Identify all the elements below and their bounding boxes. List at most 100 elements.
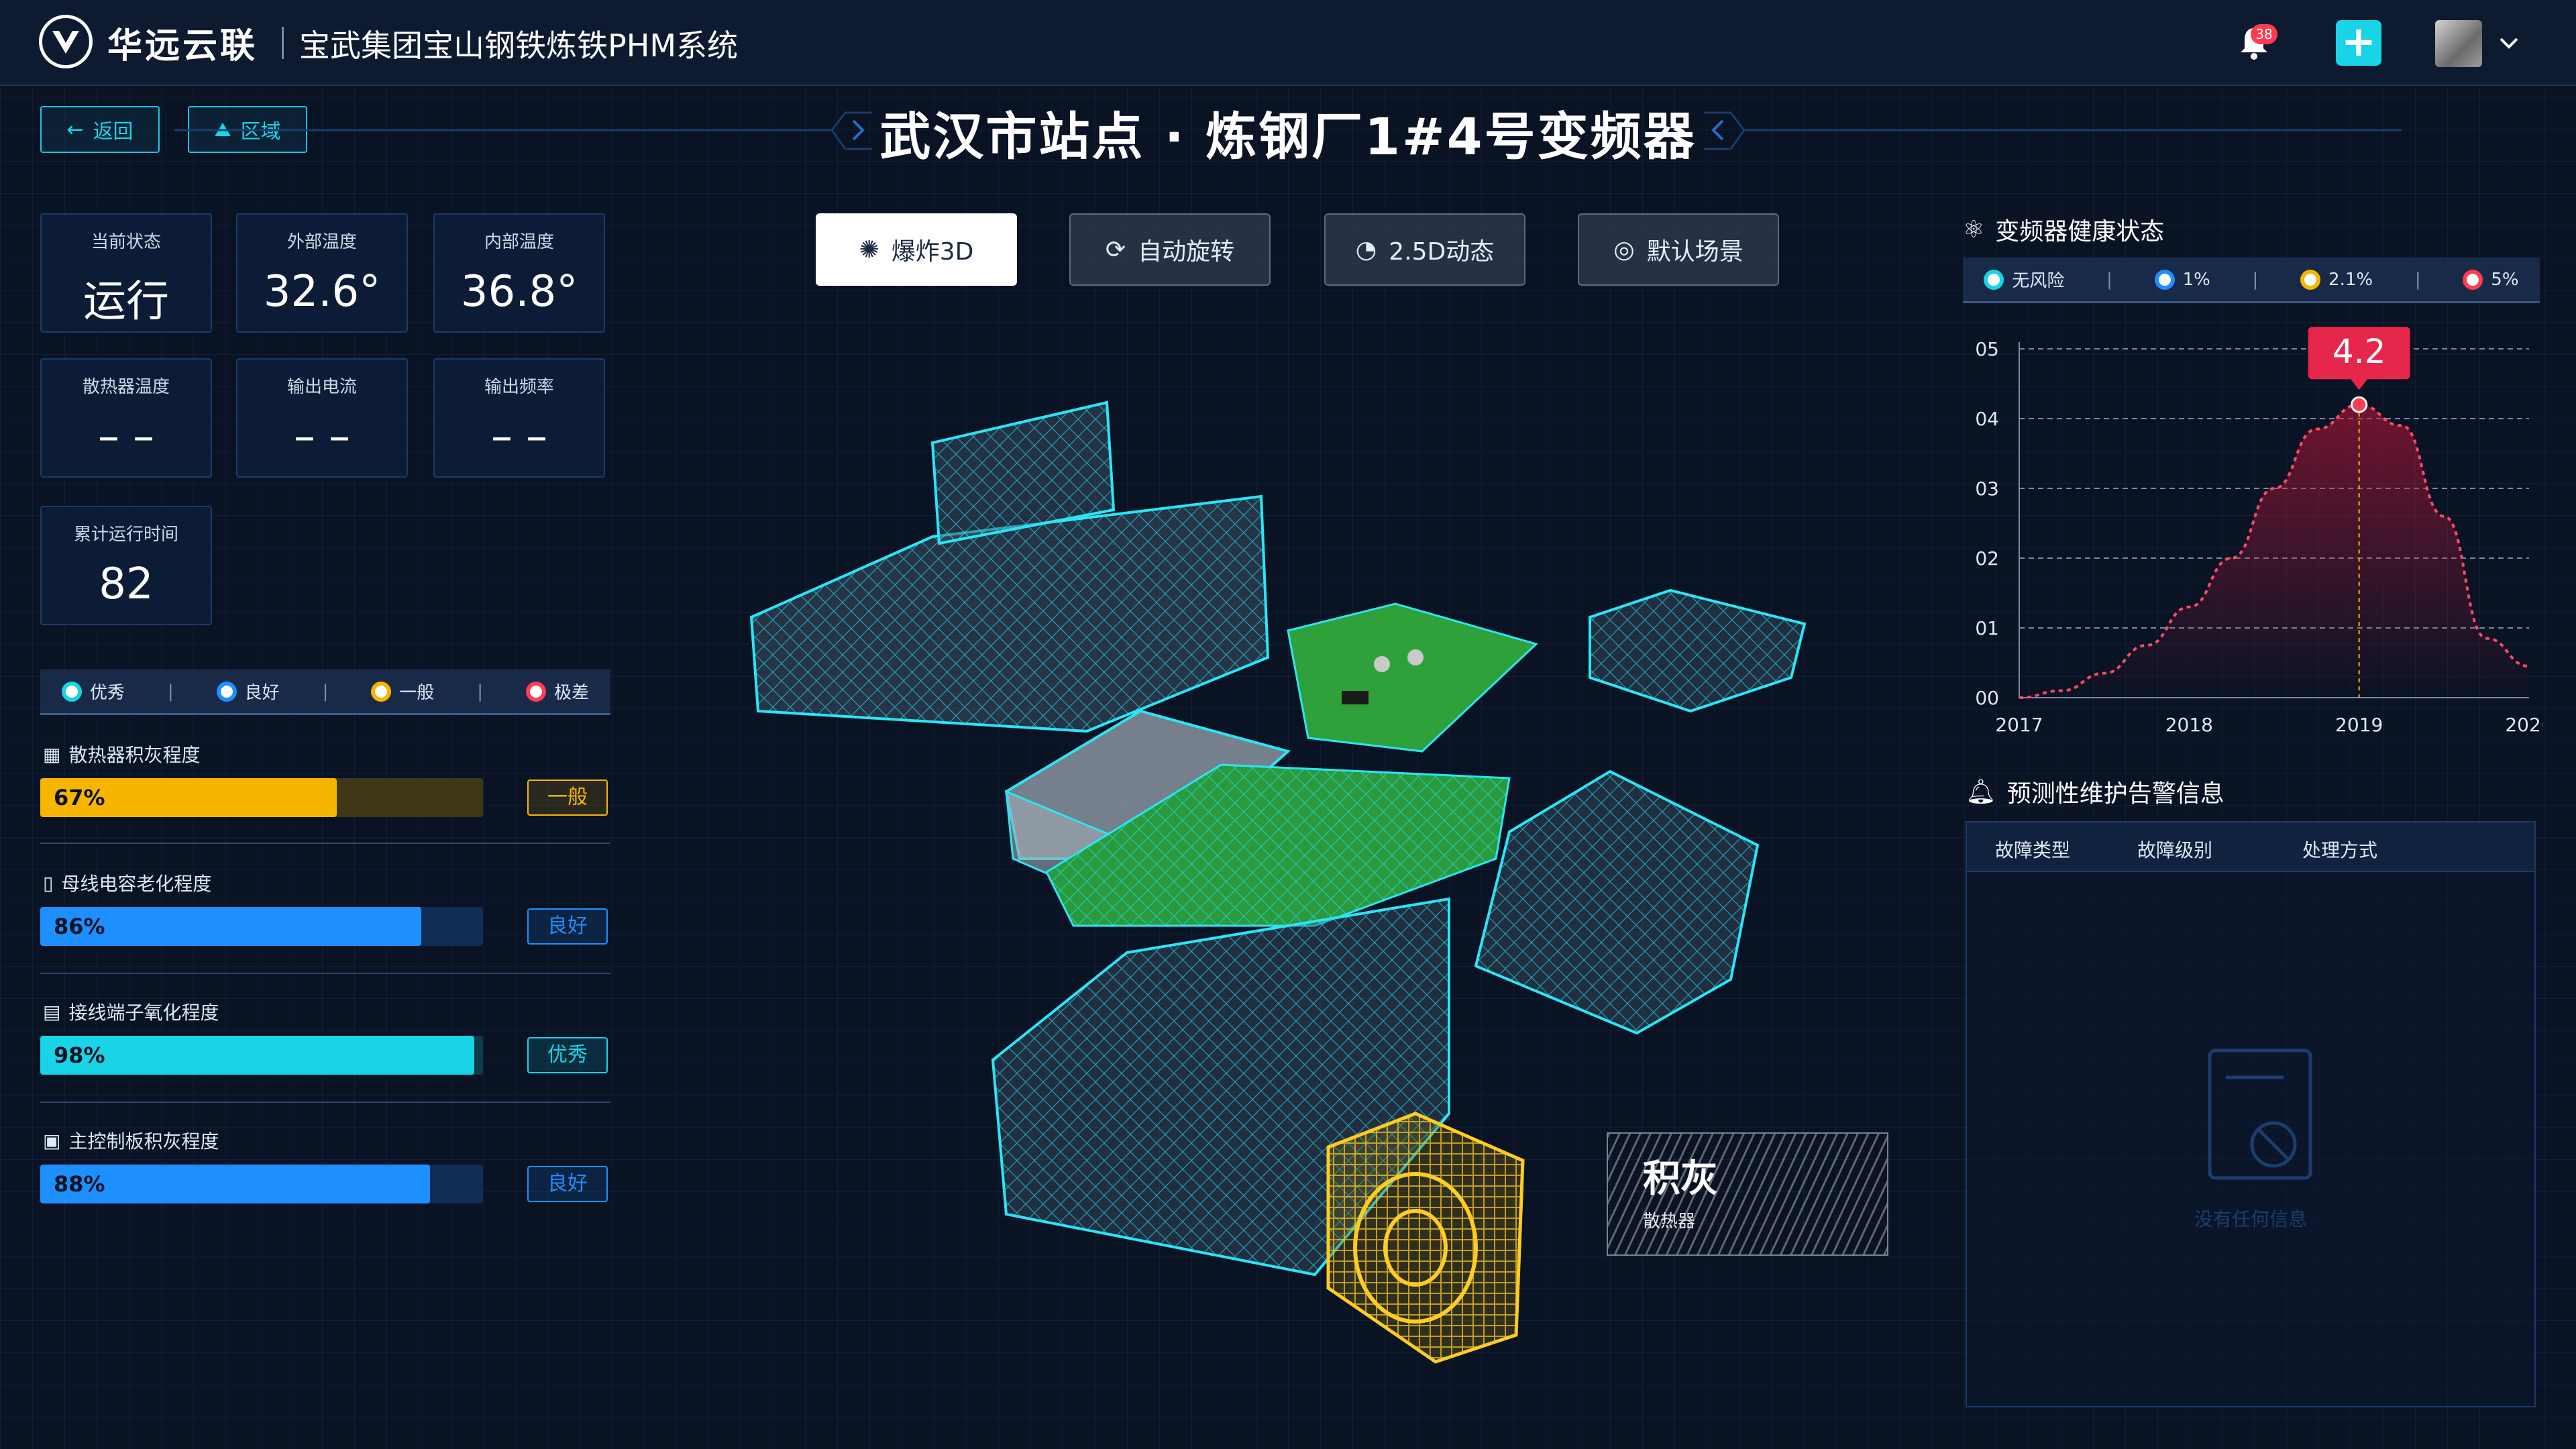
legend-item: 无风险 (1984, 267, 2064, 292)
stat-label: 散热器温度 (82, 377, 170, 397)
x-tick-label: 2018 (2165, 714, 2213, 736)
atom-icon: ⚛ (1963, 215, 1985, 244)
gear-icon: ✺ (859, 235, 879, 264)
legend-label: 良好 (244, 683, 280, 703)
legend-item: 极差 (525, 679, 589, 704)
capacitor-icon: ▯ (43, 871, 54, 894)
quality-legend: 优秀 | 良好 | 一般 | 极差 (40, 669, 610, 715)
stat-card-status: 当前状态 运行 (40, 213, 212, 333)
avatar[interactable] (2435, 20, 2482, 67)
legend-separator: | (2414, 269, 2421, 290)
title-deco-right (1704, 111, 2402, 150)
y-tick-label: 04 (1975, 408, 1999, 430)
stat-label: 累计运行时间 (73, 525, 178, 545)
column-header: 故障级别 (2137, 839, 2213, 861)
stat-value: – – (97, 412, 155, 462)
bell-outline-icon: 🔔︎ (1966, 778, 1996, 806)
y-tick-label: 05 (1975, 338, 1999, 360)
empty-state-text: 没有任何信息 (2194, 1208, 2307, 1230)
table-header: 故障类型 故障级别 处理方式 (1967, 822, 2534, 872)
legend-label: 无风险 (2012, 271, 2065, 291)
legend-item: 1% (2154, 269, 2210, 290)
health-title-text: 变频器健康状态 (1995, 218, 2165, 246)
y-tick-label: 00 (1975, 687, 1999, 709)
annotation-label: 4.2 (2332, 332, 2386, 371)
back-label: 返回 (93, 120, 133, 144)
legend-label: 1% (2182, 269, 2210, 290)
legend-label: 5% (2491, 269, 2519, 290)
metric-bar-fill (40, 1036, 474, 1075)
stat-value: 36.8° (460, 267, 578, 317)
grade-badge: 一般 (527, 780, 608, 816)
stat-card-runtime: 累计运行时间 82 (40, 506, 212, 625)
metric-title: ▦ 散热器积灰程度 (43, 741, 200, 767)
metric-bar: 86% (40, 907, 483, 946)
metric-percent: 88% (54, 1171, 105, 1197)
legend-item: 5% (2463, 269, 2519, 290)
stat-card-output-current: 输出电流 – – (236, 358, 408, 478)
chassis-component[interactable] (749, 400, 1270, 733)
divider (40, 843, 610, 844)
metric-percent: 86% (54, 914, 105, 939)
health-chart: 00 01 02 03 04 05 2017 2018 2019 2020 4.2 (1975, 327, 2542, 736)
metric-bar: 67% (40, 778, 483, 817)
stat-card-radiator-temp: 散热器温度 – – (40, 358, 212, 478)
alerts-title-text: 预测性维护告警信息 (2006, 780, 2224, 808)
notification-badge: 38 (2251, 24, 2277, 44)
title-divider (282, 27, 284, 59)
alerts-table: 故障类型 故障级别 处理方式 没有任何信息 (1966, 821, 2536, 1407)
stat-value: – – (293, 412, 351, 462)
chevron-down-icon[interactable] (2497, 31, 2521, 55)
view-button-default-scene[interactable]: ◎ 默认场景 (1578, 213, 1779, 286)
health-legend: 无风险 | 1% | 2.1% | 5% (1963, 258, 2540, 303)
view-button-explode-3d[interactable]: ✺ 爆炸3D (816, 213, 1017, 286)
grade-badge: 良好 (527, 908, 608, 945)
cooling-fan-component[interactable] (1326, 1112, 1525, 1364)
logo-icon (39, 15, 93, 68)
legend-dot (216, 681, 237, 702)
view-button-2-5d[interactable]: ◔ 2.5D动态 (1324, 213, 1525, 286)
filter-module-component[interactable] (1589, 588, 1807, 713)
grade-badge: 优秀 (527, 1037, 608, 1073)
legend-label: 一般 (399, 683, 435, 703)
metric-title-text: 母线电容老化程度 (61, 873, 212, 895)
legend-item: 优秀 (61, 679, 125, 704)
metric-title-text: 接线端子氧化程度 (68, 1002, 219, 1024)
legend-dot (2463, 269, 2483, 290)
add-button[interactable]: + (2336, 20, 2381, 66)
rotate-icon: ⟳ (1105, 235, 1126, 264)
metric-title: ▤ 接线端子氧化程度 (43, 998, 219, 1025)
control-board-component[interactable] (1287, 602, 1538, 753)
top-bar: 华远云联 宝武集团宝山钢铁炼铁PHM系统 38 + (0, 0, 2576, 86)
arrow-left-icon: ← (66, 117, 84, 142)
legend-item: 良好 (216, 679, 280, 704)
legend-label: 优秀 (89, 683, 125, 703)
stat-value: 32.6° (263, 267, 381, 317)
legend-label: 2.1% (2328, 269, 2373, 290)
metric-bar: 88% (40, 1165, 483, 1203)
terminal-module-component[interactable] (1474, 769, 1760, 1035)
board-icon: ▣ (43, 1129, 61, 1152)
stat-card-output-frequency: 输出频率 – – (433, 358, 605, 478)
view-button-auto-rotate[interactable]: ⟳ 自动旋转 (1069, 213, 1271, 286)
legend-dot (2300, 269, 2321, 290)
stat-label: 内部温度 (484, 232, 554, 252)
y-tick-label: 03 (1975, 478, 1999, 500)
stat-card-internal-temp: 内部温度 36.8° (433, 213, 605, 333)
stat-value: – – (490, 412, 548, 462)
legend-separator: | (2106, 269, 2112, 290)
metric-title: ▯ 母线电容老化程度 (43, 869, 211, 896)
component-tag-subtitle: 散热器 (1643, 1212, 1696, 1232)
back-button[interactable]: ← 返回 (40, 106, 160, 153)
dynamic-icon: ◔ (1355, 235, 1377, 264)
legend-label: 极差 (553, 683, 589, 703)
legend-separator: | (322, 681, 329, 702)
x-tick-label: 2020 (2505, 714, 2542, 736)
metric-percent: 67% (54, 785, 105, 810)
metric-title-text: 散热器积灰程度 (68, 744, 201, 766)
legend-dot (525, 681, 546, 702)
legend-dot (371, 681, 392, 702)
grade-badge: 良好 (527, 1166, 608, 1202)
metric-title-text: 主控制板积灰程度 (68, 1130, 219, 1152)
legend-separator: | (477, 681, 483, 702)
